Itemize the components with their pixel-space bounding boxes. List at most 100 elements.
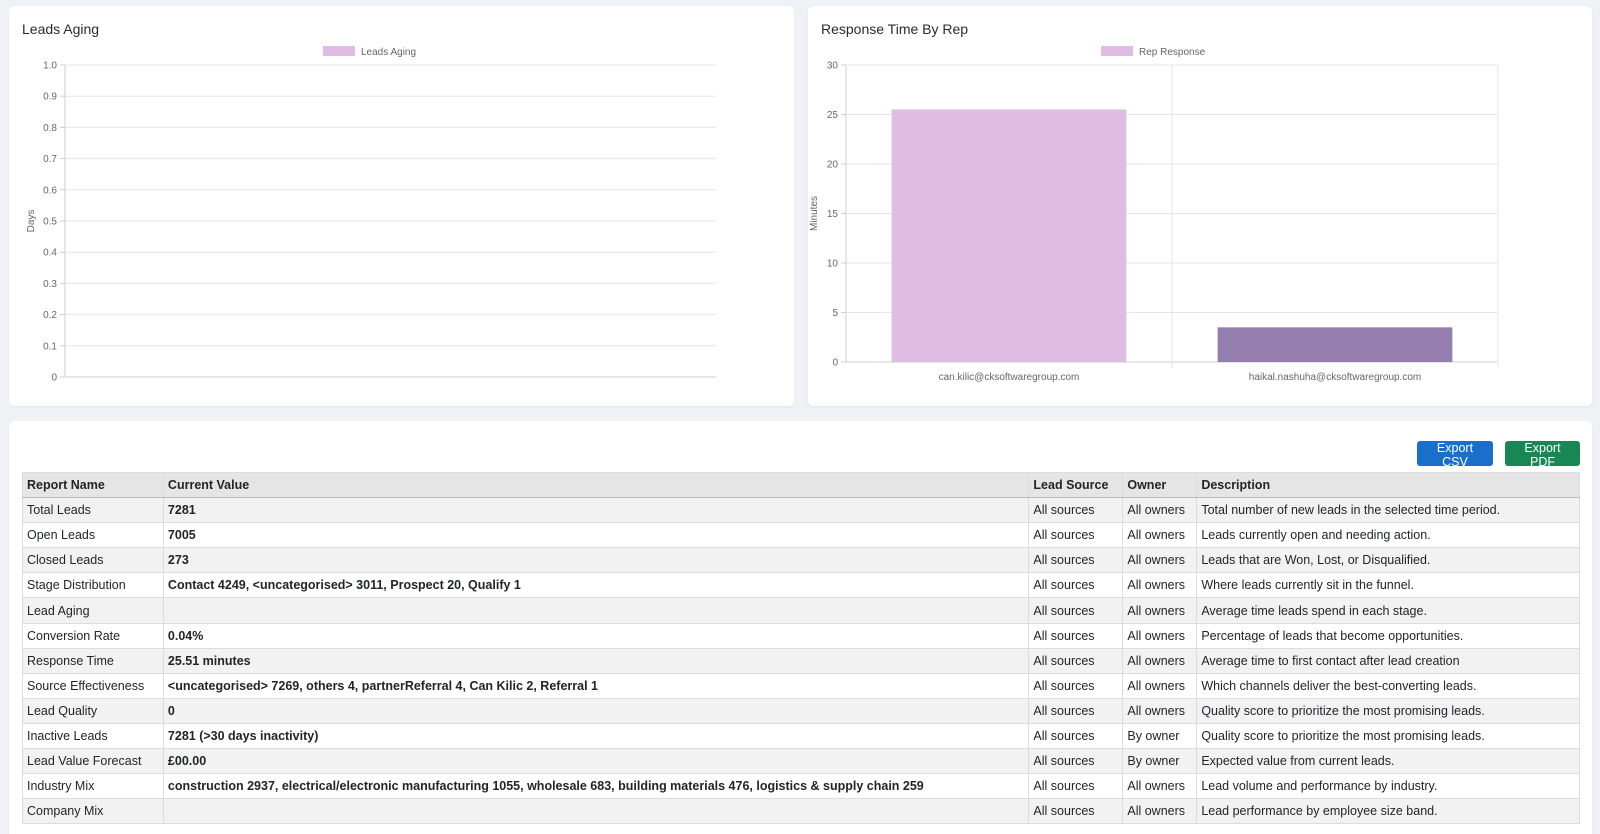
bar[interactable] <box>891 109 1127 363</box>
report-name-cell: Company Mix <box>22 798 164 825</box>
table-row: Lead Quality 0 All sources All owners Qualit… <box>22 697 1580 724</box>
report-name-cell: Response Time <box>22 647 164 674</box>
x-tick-label: haikal.nashuha@cksoftwaregroup.com <box>1249 372 1421 383</box>
y-tick-label: 1.0 <box>43 61 57 72</box>
y-tick-label: 15 <box>827 209 839 220</box>
y-tick-label: 0.7 <box>43 154 57 165</box>
current-value-cell: £00.00 <box>162 748 1030 775</box>
lead-source-cell: All sources <box>1028 697 1124 724</box>
report-name-cell: Stage Distribution <box>22 572 164 599</box>
lead-source-cell: All sources <box>1028 522 1124 549</box>
current-value-cell: 7281 (>30 days inactivity) <box>162 722 1030 750</box>
column-header: Description <box>1196 471 1580 499</box>
y-tick-label: 0.2 <box>43 310 57 321</box>
lead-source-cell: All sources <box>1028 547 1124 574</box>
description-cell: Expected value from current leads. <box>1196 748 1580 775</box>
owner-cell: All owners <box>1122 522 1198 549</box>
y-tick-label: 0.5 <box>43 217 57 228</box>
owner-cell: All owners <box>1122 597 1198 624</box>
y-tick-label: 25 <box>827 110 839 121</box>
table-row: Industry Mix construction 2937, electrica… <box>22 773 1580 800</box>
table-row: Total Leads 7281 All sources All owners Tota… <box>22 497 1580 524</box>
owner-cell: By owner <box>1122 748 1198 775</box>
current-value-cell: <uncategorised> 7269, others 4, partnerR… <box>162 672 1030 699</box>
current-value-cell: 0 <box>162 697 1030 724</box>
description-cell: Total number of new leads in the selecte… <box>1196 497 1580 524</box>
column-header: Report Name <box>22 471 164 499</box>
x-tick-label: can.kilic@cksoftwaregroup.com <box>939 372 1080 383</box>
lead-source-cell: All sources <box>1028 722 1124 750</box>
y-tick-label: 0 <box>51 373 57 384</box>
report-name-cell: Conversion Rate <box>22 622 164 649</box>
y-tick-label: 20 <box>827 160 839 171</box>
response-time-card: Response Time By Rep Rep Response 30 25 20 1… <box>808 6 1592 406</box>
lead-source-cell: All sources <box>1028 597 1124 624</box>
table-row: Lead Value Forecast £00.00 All sources By o… <box>22 748 1580 775</box>
current-value-cell: 25.51 minutes <box>162 647 1030 674</box>
report-name-cell: Lead Quality <box>22 697 164 724</box>
report-name-cell: Industry Mix <box>22 773 164 800</box>
table-header-row: Report Name Current Value Lead Source Owner… <box>22 471 1580 499</box>
current-value-cell: 0.04% <box>162 622 1030 649</box>
column-header: Owner <box>1122 471 1198 499</box>
description-cell: Lead performance by employee size band. <box>1196 798 1580 825</box>
y-tick-label: 30 <box>827 61 839 72</box>
current-value-cell: 273 <box>162 547 1030 574</box>
bar[interactable] <box>1217 327 1453 362</box>
y-tick-label: 5 <box>832 308 838 319</box>
owner-cell: By owner <box>1122 722 1198 750</box>
description-cell: Leads currently open and needing action. <box>1196 522 1580 549</box>
owner-cell: All owners <box>1122 547 1198 574</box>
table-row: Conversion Rate 0.04% All sources All owner… <box>22 622 1580 649</box>
y-tick-label: 0.8 <box>43 123 57 134</box>
lead-source-cell: All sources <box>1028 798 1124 825</box>
report-name-cell: Closed Leads <box>22 547 164 574</box>
y-tick-label: 0.3 <box>43 279 57 290</box>
owner-cell: All owners <box>1122 798 1198 825</box>
lead-source-cell: All sources <box>1028 672 1124 699</box>
lead-source-cell: All sources <box>1028 497 1124 524</box>
y-axis-label: Minutes <box>809 196 820 231</box>
owner-cell: All owners <box>1122 572 1198 599</box>
lead-source-cell: All sources <box>1028 748 1124 775</box>
description-cell: Quality score to prioritize the most pro… <box>1196 697 1580 724</box>
report-name-cell: Lead Aging <box>22 597 164 624</box>
description-cell: Which channels deliver the best-converti… <box>1196 672 1580 699</box>
description-cell: Where leads currently sit in the funnel. <box>1196 572 1580 599</box>
report-name-cell: Source Effectiveness <box>22 672 164 699</box>
leads-aging-card: Leads Aging Leads Aging 1.0 0.9 0.8 0.7 0.6 0.… <box>9 6 794 406</box>
report-table-card: Export CSV Export PDF Report Name Current… <box>9 421 1592 834</box>
legend-label[interactable]: Leads Aging <box>361 47 416 58</box>
y-tick-label: 0 <box>832 358 838 369</box>
owner-cell: All owners <box>1122 672 1198 699</box>
y-tick-label: 0.1 <box>43 341 57 352</box>
legend-swatch[interactable] <box>323 46 355 56</box>
y-tick-label: 0.9 <box>43 92 57 103</box>
report-name-cell: Lead Value Forecast <box>22 748 164 775</box>
table-row: Closed Leads 273 All sources All owners Lead… <box>22 547 1580 574</box>
y-tick-label: 0.4 <box>43 248 57 259</box>
current-value-cell: 7005 <box>162 522 1030 549</box>
report-name-cell: Total Leads <box>22 497 164 524</box>
owner-cell: All owners <box>1122 697 1198 724</box>
legend-label[interactable]: Rep Response <box>1139 47 1206 58</box>
description-cell: Average time to first contact after lead… <box>1196 647 1580 674</box>
export-pdf-button[interactable]: Export PDF <box>1505 441 1580 469</box>
export-csv-button[interactable]: Export CSV <box>1417 441 1493 469</box>
y-tick-label: 0.6 <box>43 185 57 196</box>
column-header: Current Value <box>162 471 1030 499</box>
description-cell: Leads that are Won, Lost, or Disqualifie… <box>1196 547 1580 574</box>
current-value-cell: Contact 4249, <uncategorised> 3011, Pros… <box>162 572 1030 599</box>
report-name-cell: Open Leads <box>22 522 164 549</box>
description-cell: Percentage of leads that become opportun… <box>1196 622 1580 649</box>
table-row: Source Effectiveness <uncategorised> 7269… <box>22 672 1580 699</box>
y-axis-label: Days <box>26 210 37 233</box>
table-body: Total Leads 7281 All sources All owners Tota… <box>22 497 1580 825</box>
description-cell: Lead volume and performance by industry. <box>1196 773 1580 800</box>
response-time-chart: Rep Response 30 25 20 15 10 5 0 Minutes can.kilic… <box>809 46 1499 383</box>
legend-swatch[interactable] <box>1101 46 1133 56</box>
current-value-cell <box>162 597 1030 624</box>
y-tick-label: 10 <box>827 259 839 270</box>
table-row: Open Leads 7005 All sources All owners Leads… <box>22 522 1580 549</box>
current-value-cell <box>162 798 1030 825</box>
